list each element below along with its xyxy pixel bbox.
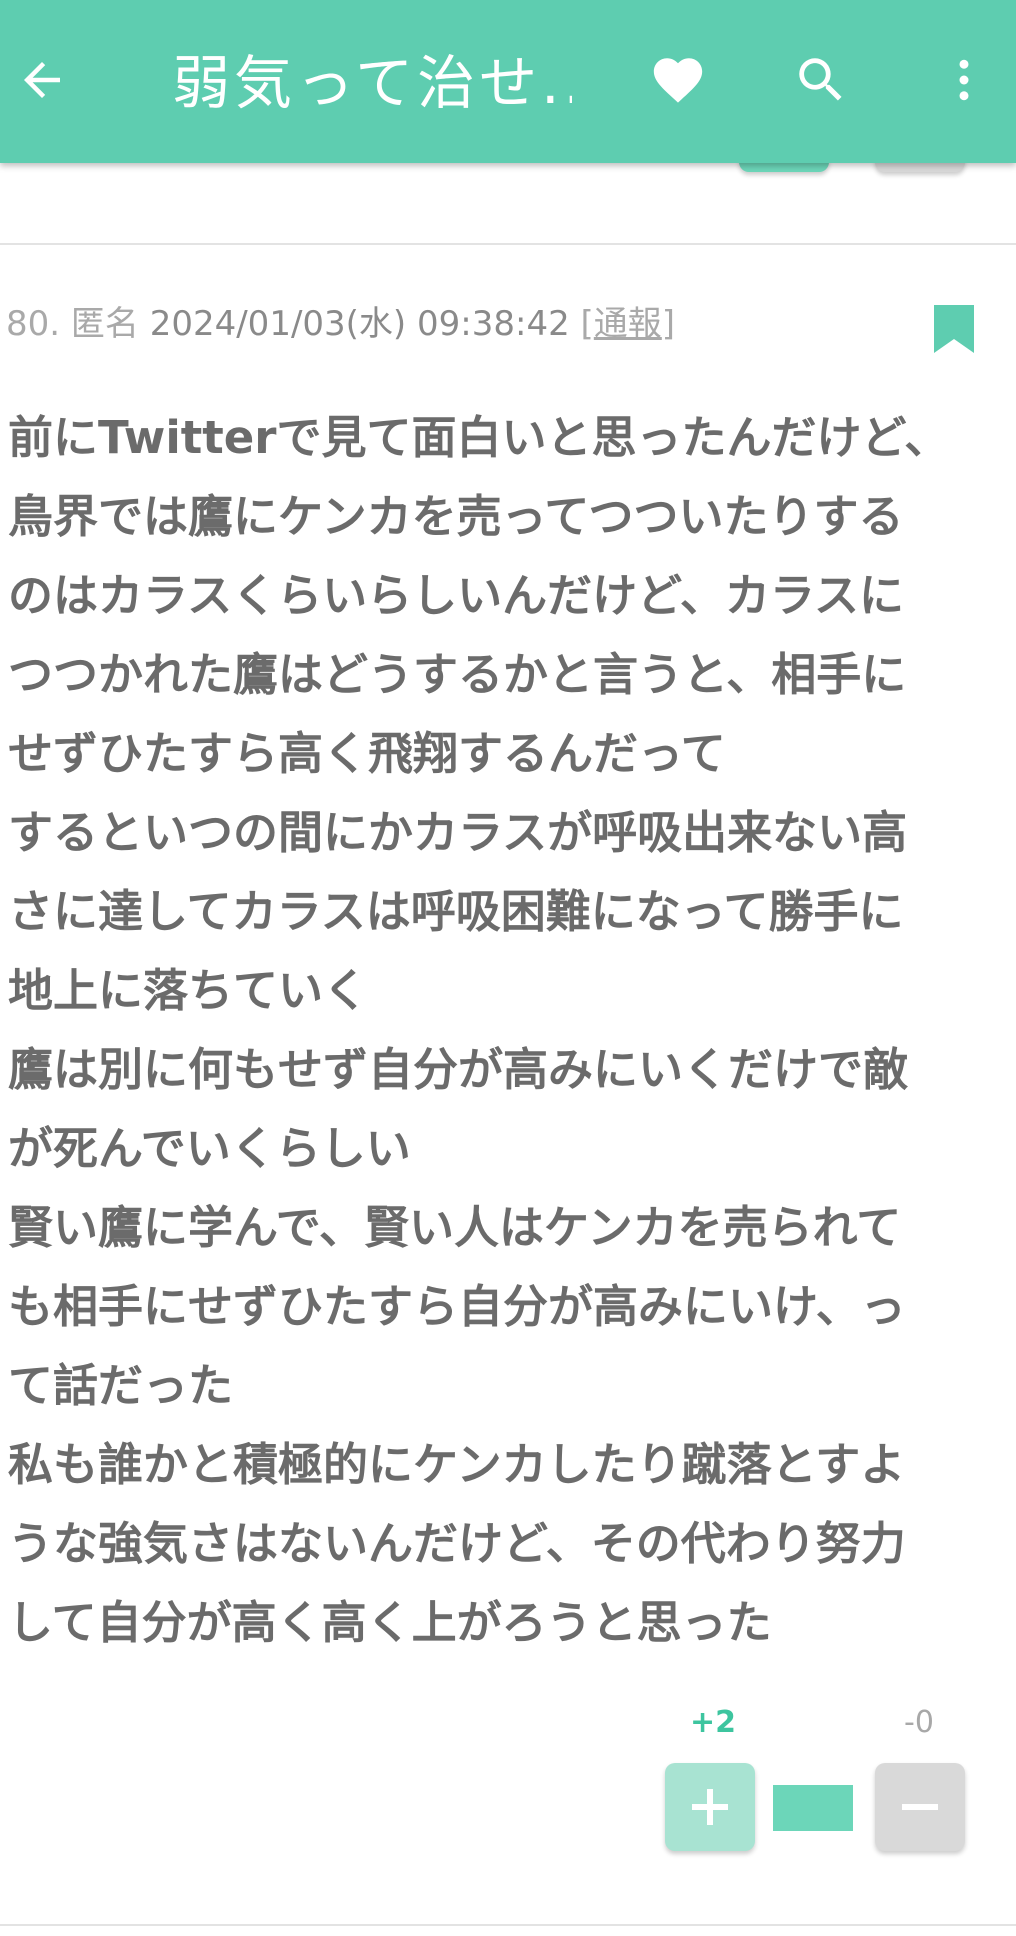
more-vertical-icon — [959, 59, 969, 101]
minus-icon — [902, 1804, 938, 1810]
minus-vote-button[interactable] — [875, 1763, 965, 1851]
post-number: 80. — [6, 304, 61, 344]
post-body-line: せずひたすら高く飛翔するんだって — [8, 727, 726, 780]
report-bracket-open: [ — [580, 304, 594, 344]
bookmark-button[interactable] — [934, 305, 974, 353]
back-button[interactable] — [2, 40, 82, 120]
plus-vote-button[interactable] — [665, 1763, 755, 1851]
post-body-line: 私も誰かと積極的にケンカしたり蹴落とすよ — [8, 1438, 906, 1491]
page-title: 弱気って治せ... — [172, 49, 572, 117]
report-bracket-close: ] — [661, 304, 676, 344]
arrow-left-icon — [24, 62, 60, 98]
post-body-line: して自分が高く高く上がろうと思った — [8, 1596, 772, 1649]
post-author: 匿名 — [70, 304, 139, 344]
post-body-line: が死んでいくらしい — [8, 1122, 411, 1175]
post-body: 前にTwitterで見て面白いと思ったんだけど、 鳥界では鷹にケンカを売ってつつ… — [8, 398, 1008, 1662]
search-button[interactable] — [781, 40, 861, 120]
post-body-line: 前にTwitterで見て面白いと思ったんだけど、 — [8, 411, 950, 464]
plus-vote-count: +2 — [690, 1705, 737, 1740]
report-link[interactable]: 通報 — [594, 304, 662, 344]
post-body-line: も相手にせずひたすら自分が高みにいけ、っ — [8, 1280, 906, 1333]
post-body-line: つつかれた鷹はどうするかと言うと、相手に — [8, 648, 907, 701]
post-divider — [0, 243, 1016, 245]
post-divider — [0, 1924, 1016, 1926]
post-body-line: するといつの間にかカラスが呼吸出来ない高 — [8, 806, 908, 859]
vote-ratio-bar — [773, 1785, 853, 1831]
post-body-line: うな強気さはないんだけど、その代わり努力 — [8, 1517, 906, 1570]
favorite-button[interactable] — [638, 40, 718, 120]
search-icon — [799, 58, 842, 101]
plus-icon — [692, 1789, 728, 1825]
app-bar: 弱気って治せ... — [0, 0, 1016, 163]
post-meta: 80. 匿名 2024/01/03(水) 09:38:42 [通報] — [6, 296, 675, 345]
post-datetime: 2024/01/03(水) 09:38:42 — [149, 304, 570, 344]
post-body-line: 鳥界では鷹にケンカを売ってつついたりする — [8, 490, 904, 543]
heart-icon — [653, 58, 703, 103]
post-body-line: さに達してカラスは呼吸困難になって勝手に — [8, 885, 904, 938]
post-body-line: のはカラスくらいらしいんだけど、カラスに — [8, 569, 904, 622]
post-body-line: 鷹は別に何もせず自分が高みにいくだけで敵 — [8, 1043, 909, 1096]
bookmark-icon — [934, 305, 974, 353]
minus-vote-count: -0 — [904, 1705, 934, 1740]
post-body-line: 賢い鷹に学んで、賢い人はケンカを売られて — [8, 1201, 902, 1254]
post-body-line: て話だった — [8, 1359, 234, 1412]
more-menu-button[interactable] — [924, 40, 1004, 120]
post-body-line: 地上に落ちていく — [8, 964, 369, 1017]
